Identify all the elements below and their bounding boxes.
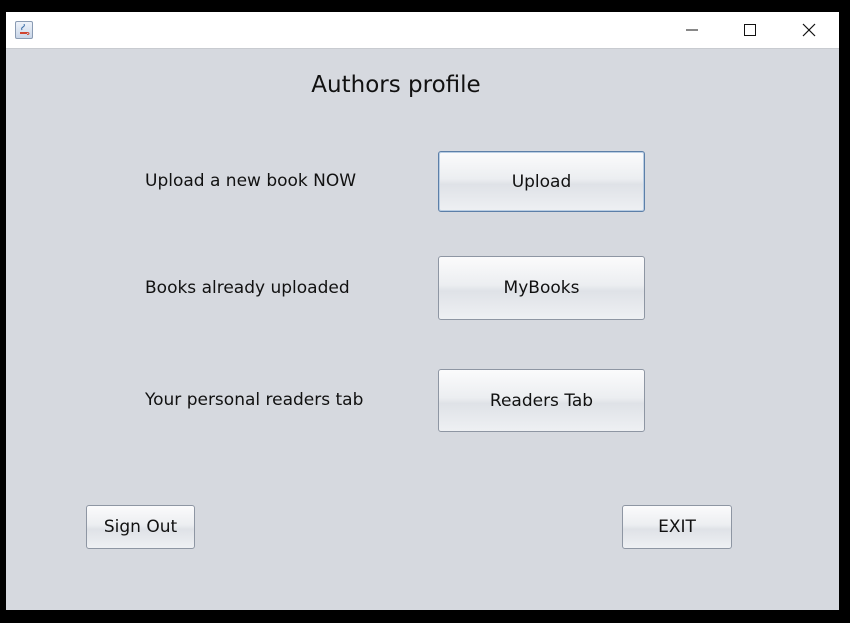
app-window: Authors profile Upload a new book NOW Up…: [6, 12, 839, 610]
maximize-button[interactable]: [721, 12, 779, 48]
sign-out-button[interactable]: Sign Out: [86, 505, 195, 549]
close-icon: [802, 23, 816, 37]
close-button[interactable]: [780, 12, 838, 48]
page-title: Authors profile: [6, 72, 786, 98]
readers-tab-button[interactable]: Readers Tab: [438, 369, 645, 432]
readers-tab-label: Your personal readers tab: [145, 390, 364, 410]
upload-button[interactable]: Upload: [438, 151, 645, 212]
exit-button[interactable]: EXIT: [622, 505, 732, 549]
title-bar: [6, 12, 839, 49]
main-panel: Authors profile Upload a new book NOW Up…: [6, 49, 839, 610]
java-app-icon[interactable]: [15, 21, 33, 39]
page-title-text: Authors profile: [311, 72, 481, 98]
minimize-icon: [686, 29, 698, 31]
upload-label: Upload a new book NOW: [145, 171, 357, 191]
maximize-icon: [744, 24, 756, 36]
mybooks-button[interactable]: MyBooks: [438, 256, 645, 320]
mybooks-label: Books already uploaded: [145, 278, 350, 298]
minimize-button[interactable]: [663, 12, 721, 48]
